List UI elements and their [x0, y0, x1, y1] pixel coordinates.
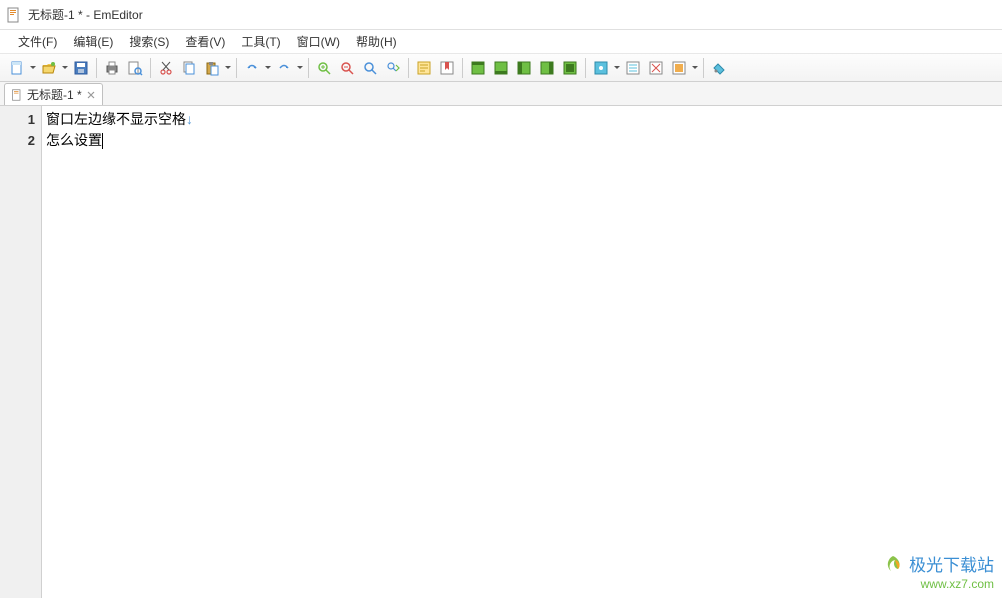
save-button[interactable] [70, 57, 92, 79]
line-number: 2 [0, 130, 41, 151]
menu-view[interactable]: 查看(V) [177, 30, 233, 53]
watermark-url: www.xz7.com [881, 577, 994, 592]
settings-button[interactable] [708, 57, 730, 79]
window-title: 无标题-1 * - EmEditor [28, 6, 143, 23]
find-next-button[interactable] [382, 57, 404, 79]
close-tab-icon[interactable] [86, 90, 96, 100]
editor-area: 1 2 窗口左边缘不显示空格↓ 怎么设置 [0, 106, 1002, 598]
redo-button[interactable] [273, 57, 295, 79]
config1-button[interactable] [590, 57, 612, 79]
panel5-button[interactable] [559, 57, 581, 79]
panel2-button[interactable] [490, 57, 512, 79]
zoom-in-button[interactable] [313, 57, 335, 79]
menu-help[interactable]: 帮助(H) [348, 30, 405, 53]
undo-button[interactable] [241, 57, 263, 79]
line-number: 1 [0, 109, 41, 130]
editor-line: 怎么设置 [46, 130, 998, 151]
line-text: 怎么设置 [46, 132, 102, 148]
cursor-marker [102, 133, 103, 149]
undo-dropdown[interactable] [264, 57, 272, 79]
config1-dropdown[interactable] [613, 57, 621, 79]
document-icon [11, 89, 23, 101]
tab-bar: 无标题-1 * [0, 82, 1002, 106]
bookmark-button[interactable] [436, 57, 458, 79]
line-number-gutter: 1 2 [0, 106, 42, 598]
menu-edit[interactable]: 编辑(E) [65, 30, 121, 53]
panel3-button[interactable] [513, 57, 535, 79]
toolbar [0, 54, 1002, 82]
copy-button[interactable] [178, 57, 200, 79]
redo-dropdown[interactable] [296, 57, 304, 79]
open-button[interactable] [38, 57, 60, 79]
config3-button[interactable] [645, 57, 667, 79]
paste-button[interactable] [201, 57, 223, 79]
highlight-button[interactable] [413, 57, 435, 79]
config4-button[interactable] [668, 57, 690, 79]
watermark: 极光下载站 www.xz7.com [881, 553, 994, 592]
panel1-button[interactable] [467, 57, 489, 79]
new-file-dropdown[interactable] [29, 57, 37, 79]
editor-content[interactable]: 窗口左边缘不显示空格↓ 怎么设置 [42, 106, 1002, 598]
config4-dropdown[interactable] [691, 57, 699, 79]
editor-line: 窗口左边缘不显示空格↓ [46, 109, 998, 130]
paste-dropdown[interactable] [224, 57, 232, 79]
watermark-logo-icon [881, 553, 905, 577]
menu-bar: 文件(F) 编辑(E) 搜索(S) 查看(V) 工具(T) 窗口(W) 帮助(H… [0, 30, 1002, 54]
tab-label: 无标题-1 * [27, 86, 82, 103]
menu-tools[interactable]: 工具(T) [233, 30, 288, 53]
eol-marker: ↓ [186, 111, 193, 127]
menu-window[interactable]: 窗口(W) [289, 30, 348, 53]
document-tab[interactable]: 无标题-1 * [4, 83, 103, 105]
find-button[interactable] [359, 57, 381, 79]
panel4-button[interactable] [536, 57, 558, 79]
print-button[interactable] [101, 57, 123, 79]
line-text: 窗口左边缘不显示空格 [46, 111, 186, 127]
title-bar: 无标题-1 * - EmEditor [0, 0, 1002, 30]
config2-button[interactable] [622, 57, 644, 79]
menu-file[interactable]: 文件(F) [10, 30, 65, 53]
menu-search[interactable]: 搜索(S) [121, 30, 177, 53]
cut-button[interactable] [155, 57, 177, 79]
new-file-button[interactable] [6, 57, 28, 79]
app-icon [6, 7, 22, 23]
zoom-out-button[interactable] [336, 57, 358, 79]
watermark-name: 极光下载站 [909, 558, 994, 573]
print-preview-button[interactable] [124, 57, 146, 79]
open-dropdown[interactable] [61, 57, 69, 79]
